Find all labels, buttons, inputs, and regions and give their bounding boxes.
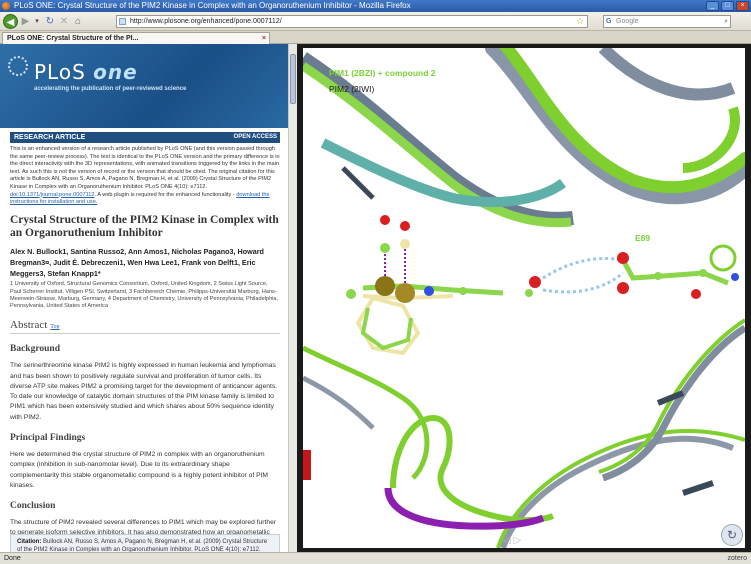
- navigation-toolbar: ◀ ▶ ▾ ↻ ✕ ⌂ http://www.plosone.org/enhan…: [0, 12, 751, 31]
- 3d-structure-canvas[interactable]: PIM1 (2BZI) + compound 2 PIM2 (2IWI) E89…: [303, 48, 745, 548]
- section-heading-conclusion: Conclusion: [10, 501, 56, 512]
- abstract-heading: Abstract Top: [10, 319, 280, 335]
- research-article-bar: RESEARCH ARTICLE OPEN ACCESS: [10, 132, 280, 143]
- organoruthenium-inhibitor[interactable]: [346, 215, 541, 356]
- bookmark-star-icon[interactable]: ☆: [576, 16, 584, 27]
- tab-active[interactable]: PLoS ONE: Crystal Structure of the PI...…: [2, 32, 270, 44]
- citation-box: Citation: Bullock AN, Russo S, Amos A, P…: [10, 534, 280, 552]
- reload-icon[interactable]: ↻: [44, 14, 56, 29]
- viewer-navigation-arrows[interactable]: ◁ ▷: [503, 535, 521, 546]
- history-dropdown-icon[interactable]: ▾: [33, 14, 41, 29]
- e89-residue[interactable]: [542, 244, 739, 299]
- back-icon[interactable]: ◀: [3, 14, 18, 29]
- legend-pim2: PIM2 (2IWI): [329, 84, 375, 94]
- firefox-icon: [2, 2, 10, 10]
- status-bar: Done zotero: [0, 552, 751, 564]
- tab-bar: PLoS ONE: Crystal Structure of the PI...…: [0, 31, 751, 44]
- close-tab-icon[interactable]: ×: [262, 33, 266, 44]
- legend-pim1: PIM1 (2BZI) + compound 2: [329, 68, 436, 78]
- search-icon[interactable]: ⌕: [724, 16, 728, 27]
- maximize-button[interactable]: □: [721, 1, 734, 11]
- affiliations: 1 University of Oxford, Structural Genom…: [10, 281, 279, 309]
- search-input[interactable]: G Google ⌕: [603, 15, 731, 28]
- tagline: accelerating the publication of peer-rev…: [34, 86, 187, 92]
- forward-icon[interactable]: ▶: [19, 14, 32, 29]
- window-title: PLoS ONE: Crystal Structure of the PIM2 …: [14, 1, 411, 10]
- article-type: RESEARCH ARTICLE: [14, 134, 86, 141]
- top-link[interactable]: Top: [50, 324, 59, 330]
- url-text: http://www.plosone.org/enhanced/pone.000…: [130, 18, 282, 25]
- residue-label-e89: E89: [635, 233, 651, 243]
- article-title: Crystal Structure of the PIM2 Kinase in …: [10, 214, 279, 239]
- citation-text: Bullock AN, Russo S, Amos A, Pagano N, B…: [17, 539, 268, 552]
- plos-one-logo[interactable]: PLoS one: [34, 60, 138, 84]
- google-icon: G: [606, 18, 612, 25]
- section-text-background: The serine/threonine kinase PIM2 is high…: [10, 362, 278, 421]
- protein-structure-render[interactable]: [303, 48, 745, 548]
- section-heading-background: Background: [10, 344, 60, 355]
- open-access-badge: OPEN ACCESS: [233, 134, 277, 140]
- minimize-button[interactable]: _: [706, 1, 719, 11]
- notice-text: This is an enhanced version of a researc…: [10, 146, 280, 190]
- search-placeholder: Google: [616, 18, 639, 25]
- url-bar[interactable]: http://www.plosone.org/enhanced/pone.000…: [116, 15, 588, 28]
- zotero-button[interactable]: zotero: [728, 553, 747, 564]
- notice-plugin-text: . A web plugin is required for the enhan…: [94, 191, 235, 198]
- home-icon[interactable]: ⌂: [72, 14, 84, 29]
- author-list[interactable]: Alex N. Bullock1, Santina Russo2, Ann Am…: [10, 247, 280, 279]
- scrollbar[interactable]: [288, 44, 297, 552]
- close-window-button[interactable]: ×: [736, 1, 749, 11]
- article-pane: PLoS one accelerating the publication of…: [0, 44, 297, 552]
- plos-banner: PLoS one accelerating the publication of…: [0, 44, 288, 128]
- molecule-viewer-panel: PIM1 (2BZI) + compound 2 PIM2 (2IWI) E89…: [297, 44, 751, 552]
- scrollbar-thumb[interactable]: [290, 54, 296, 104]
- section-text-findings: Here we determined the crystal structure…: [10, 450, 268, 489]
- tab-label: PLoS ONE: Crystal Structure of the PI...: [7, 35, 139, 42]
- enhanced-version-notice: This is an enhanced version of a researc…: [10, 146, 280, 206]
- plos-ring-icon: [8, 56, 28, 76]
- section-heading-findings: Principal Findings: [10, 432, 86, 443]
- doi-link[interactable]: doi:10.1371/journal.pone.0007112: [10, 192, 95, 198]
- status-text: Done: [4, 555, 21, 562]
- article-body: RESEARCH ARTICLE OPEN ACCESS This is an …: [10, 132, 280, 552]
- stop-icon[interactable]: ✕: [58, 14, 70, 29]
- window-title-bar: PLoS ONE: Crystal Structure of the PIM2 …: [0, 0, 751, 12]
- citation-label: Citation:: [17, 539, 42, 545]
- rotate-icon[interactable]: ↻: [721, 524, 743, 546]
- site-favicon: [119, 18, 126, 25]
